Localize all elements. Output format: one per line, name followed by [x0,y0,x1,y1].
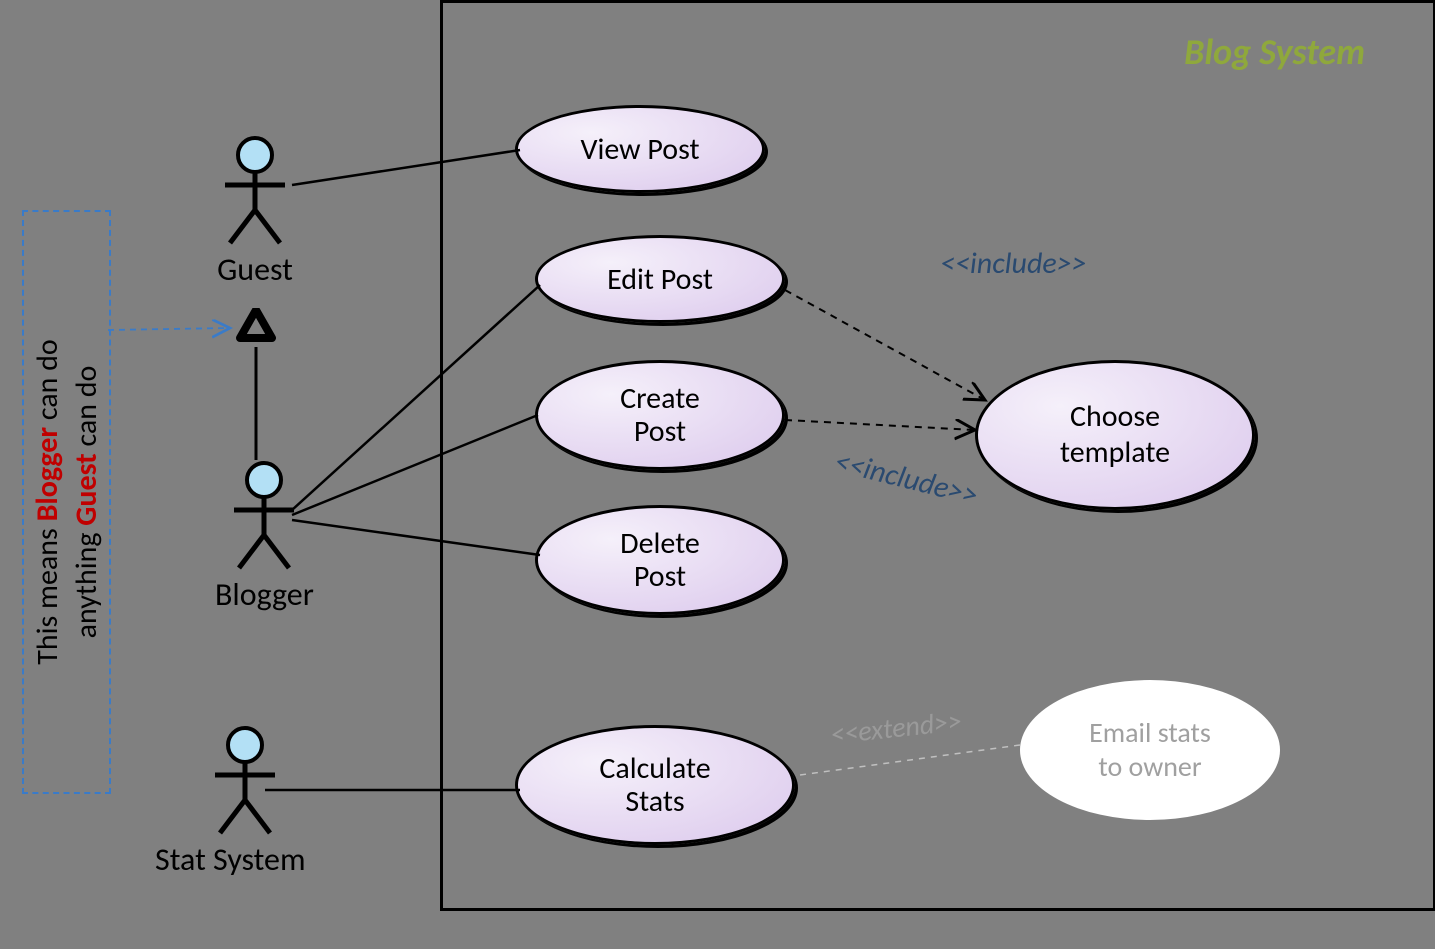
stick-figure-icon [215,135,295,245]
actor-blogger: Blogger [215,460,314,614]
usecase-delete-post: DeletePost [535,505,785,615]
stick-figure-icon [205,725,285,835]
usecase-create-post: CreatePost [535,360,785,470]
note-text: This means Blogger can do anything Guest… [28,339,106,665]
stick-figure-icon [224,460,304,570]
usecase-calculate-stats: CalculateStats [515,725,795,845]
actor-label-stat: Stat System [155,840,306,879]
usecase-choose-template: Choosetemplate [975,360,1255,510]
note-box: This means Blogger can do anything Guest… [22,210,111,794]
actor-label-blogger: Blogger [215,575,314,614]
system-title: Blog System [1184,30,1365,74]
usecase-view-post: View Post [515,105,765,193]
generalization-arrow-icon [236,308,276,353]
actor-stat: Stat System [185,725,306,879]
usecase-email-stats: Email statsto owner [1020,680,1280,820]
actor-label-guest: Guest [215,250,295,289]
actor-guest: Guest [215,135,295,289]
usecase-edit-post: Edit Post [535,235,785,323]
stereotype-include-1: <<include>> [940,245,1087,282]
